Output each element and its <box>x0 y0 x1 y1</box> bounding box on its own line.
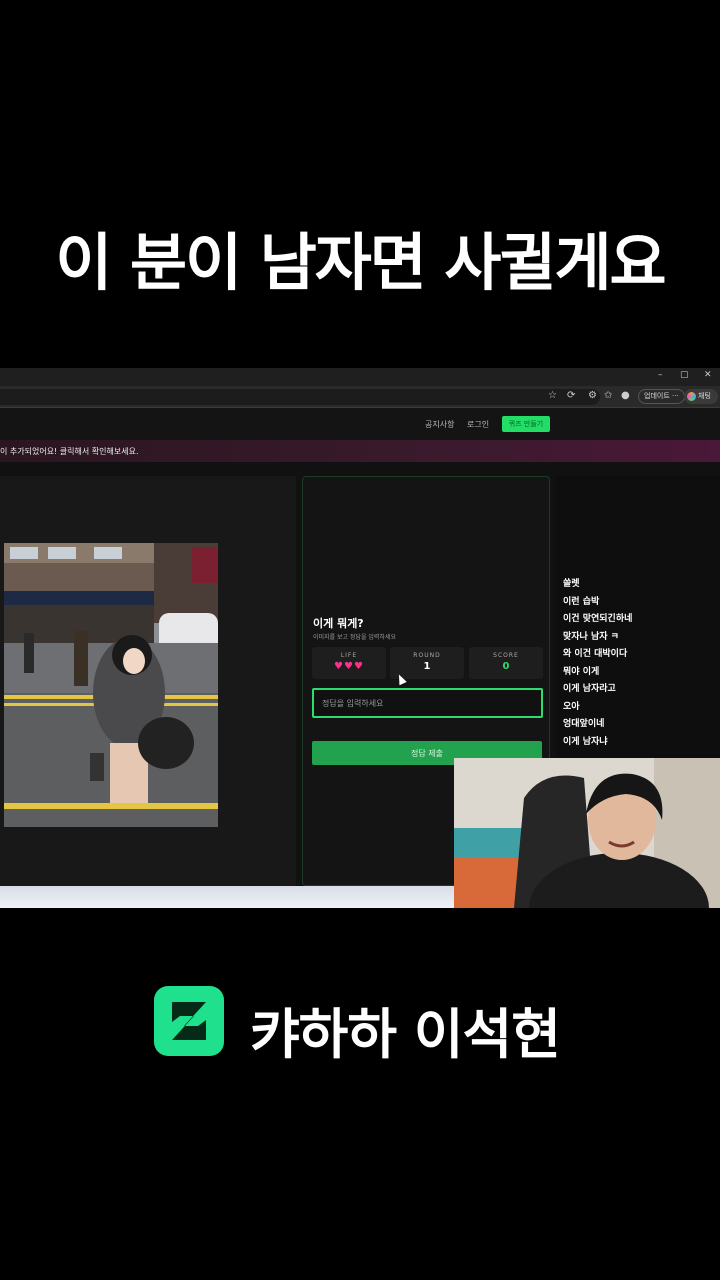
chat-message: 이게 남자라고 <box>563 684 616 694</box>
window-titlebar: – ▢ ✕ <box>0 368 720 386</box>
quiz-image-panel <box>0 476 296 886</box>
chat-message: 오아 <box>563 701 580 712</box>
webcam-overlay <box>454 758 720 908</box>
life-stat: LIFE ♥♥♥ <box>312 647 386 679</box>
answer-input[interactable] <box>312 688 543 718</box>
street-photo-image <box>4 543 218 827</box>
profile-icon[interactable]: ● <box>621 390 630 401</box>
caption-headline: 이 분이 남자면 사귈게요 <box>55 226 666 299</box>
banner-text: 이 추가되었어요! 클릭해서 확인해보세요. <box>0 447 139 456</box>
round-label: ROUND <box>413 652 441 659</box>
chat-message: 이런 습박 <box>563 596 600 607</box>
score-stat: SCORE 0 <box>469 647 543 679</box>
nav-login-link[interactable]: 로그인 <box>467 419 489 430</box>
extensions-icon[interactable]: ⚙ <box>588 390 597 401</box>
chat-message: 뭐야 이게 <box>563 666 600 677</box>
close-button[interactable]: ✕ <box>704 370 712 380</box>
chat-message: 맞자나 남자 ㅋ <box>563 631 619 642</box>
webcam-image <box>454 758 720 908</box>
browser-toolbar: ☆ ⟳ ⚙ ✩ ● 업데이트 ··· 채팅 <box>0 386 720 408</box>
quiz-subtitle: 이미지를 보고 정답을 입력하세요 <box>313 634 397 641</box>
update-button[interactable]: 업데이트 ··· <box>638 389 685 404</box>
chat-message: 이건 맞연되긴하네 <box>563 614 633 624</box>
quiz-title: 이게 뭐게? <box>313 617 364 630</box>
site-nav: 공지사항 로그인 퀴즈 만들기 <box>0 408 720 440</box>
chat-message: 와 이건 대박이다 <box>563 649 628 659</box>
star-icon[interactable]: ☆ <box>548 390 557 401</box>
channel-name: 캬하하 이석현 <box>250 1003 561 1066</box>
favorites-icon[interactable]: ✩ <box>604 390 612 401</box>
chat-button-label: 채팅 <box>698 392 711 400</box>
copilot-chat-button[interactable]: 채팅 <box>684 389 718 404</box>
make-quiz-button[interactable]: 퀴즈 만들기 <box>502 416 550 432</box>
heart-icon: ♥♥♥ <box>334 661 364 672</box>
copilot-icon <box>687 392 696 401</box>
channel-logo-icon <box>154 986 224 1056</box>
chat-message: 이게 남자냐 <box>563 736 608 747</box>
chat-message: 쓸렛 <box>563 579 580 589</box>
score-value: 0 <box>502 661 510 672</box>
chat-message-list: 쓸렛 이런 습박 이건 맞연되긴하네 맞자나 남자 ㅋ 와 이건 대박이다 뭐야… <box>563 576 632 751</box>
quiz-photo <box>4 543 218 827</box>
chat-message: 엉대앞이네 <box>563 719 605 729</box>
announcement-banner[interactable]: 이 추가되었어요! 클릭해서 확인해보세요. <box>0 440 720 462</box>
minimize-button[interactable]: – <box>658 370 663 380</box>
nav-notice-link[interactable]: 공지사항 <box>425 419 454 430</box>
address-bar[interactable]: ☆ <box>0 389 600 405</box>
life-label: LIFE <box>340 652 358 659</box>
restore-button[interactable]: ▢ <box>680 370 689 380</box>
score-label: SCORE <box>493 652 519 659</box>
refresh-icon[interactable]: ⟳ <box>567 390 575 401</box>
round-value: 1 <box>423 661 431 672</box>
